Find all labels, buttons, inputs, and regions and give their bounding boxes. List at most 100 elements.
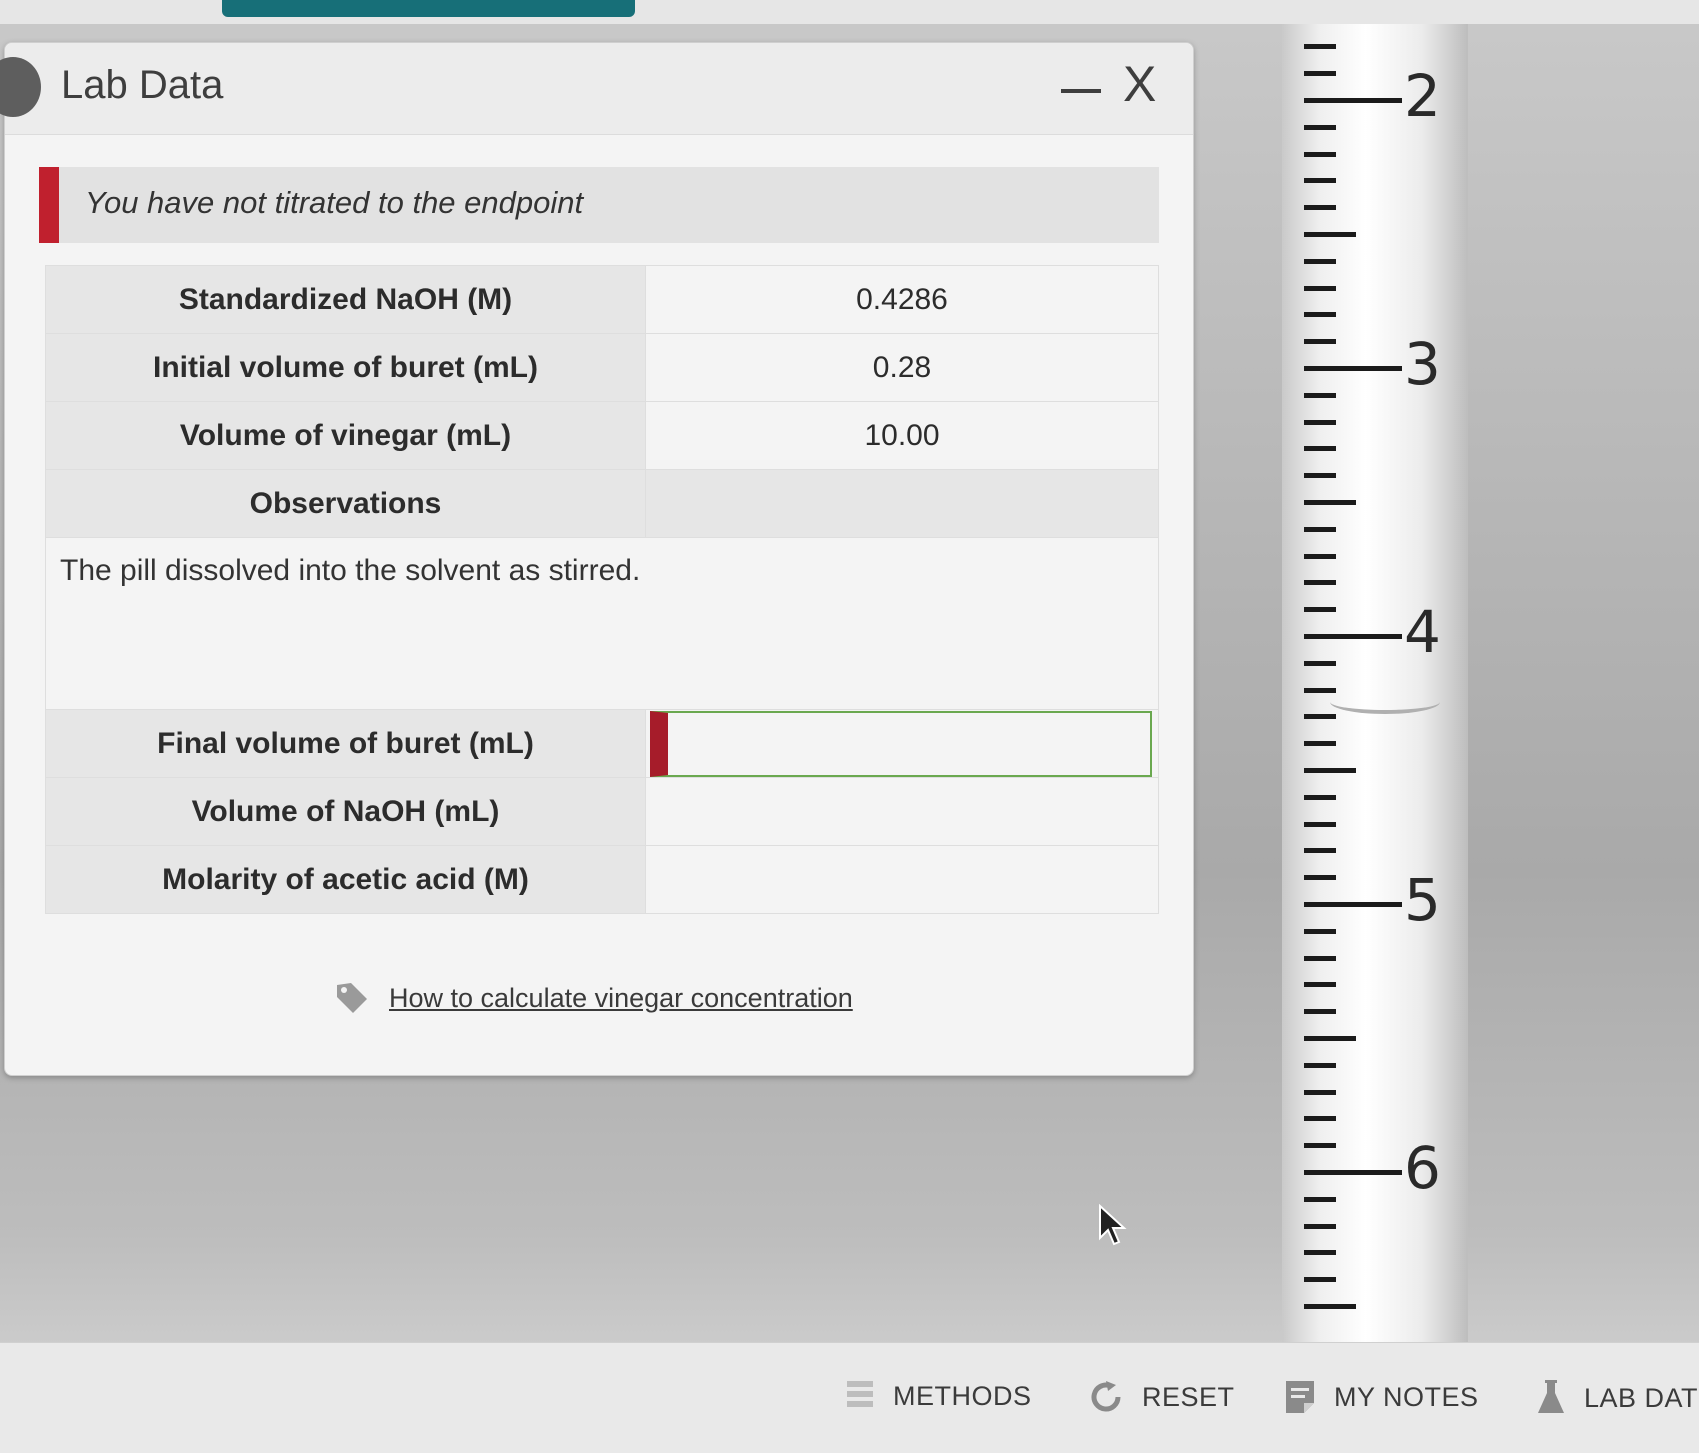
methods-button[interactable]: METHODS — [845, 1379, 1032, 1413]
final-volume-cell — [645, 709, 1159, 778]
buret-scale-label: 4 — [1404, 598, 1441, 666]
molarity-value — [645, 845, 1159, 914]
lab-data-table: Standardized NaOH (M) 0.4286 Initial vol… — [45, 265, 1159, 914]
minimize-button[interactable] — [1061, 89, 1101, 93]
buret-scale-label: 3 — [1404, 330, 1441, 398]
buret-tick — [1304, 928, 1336, 934]
buret-tick — [1304, 634, 1402, 639]
buret-tick — [1304, 714, 1336, 720]
buret-tick — [1304, 794, 1336, 800]
buret-tick — [1304, 1062, 1336, 1068]
buret-tick — [1304, 339, 1336, 345]
buret-tick — [1304, 1116, 1336, 1122]
table-row: Observations — [45, 469, 1159, 538]
list-icon — [847, 1381, 873, 1407]
observations-text: The pill dissolved into the solvent as s… — [45, 537, 1159, 710]
tag-icon — [337, 983, 367, 1013]
vinegar-concentration-link[interactable]: How to calculate vinegar concentration — [389, 983, 853, 1014]
panel-badge — [0, 57, 41, 117]
buret-tick — [1304, 124, 1336, 130]
final-volume-input[interactable] — [650, 710, 1152, 777]
table-row: Final volume of buret (mL) — [45, 709, 1159, 778]
buret-tick — [1304, 1009, 1336, 1015]
row-label: Initial volume of buret (mL) — [45, 333, 646, 402]
buret-tick — [1304, 526, 1336, 532]
bottom-toolbar: METHODS RESET MY NOTES LAB DAT — [0, 1342, 1699, 1453]
buret-tick — [1304, 1036, 1356, 1041]
buret-tick — [1304, 955, 1336, 961]
buret-tick — [1304, 875, 1336, 881]
buret-tick — [1304, 446, 1336, 452]
buret-tick — [1304, 205, 1336, 211]
buret-tick — [1304, 98, 1402, 103]
buret-tick — [1304, 500, 1356, 505]
help-link-row: How to calculate vinegar concentration — [335, 981, 853, 1015]
buret-tick — [1304, 848, 1336, 854]
alert-message: You have not titrated to the endpoint — [85, 185, 584, 220]
my-notes-button[interactable]: MY NOTES — [1284, 1379, 1479, 1415]
buret-tick — [1304, 1277, 1336, 1283]
naoh-volume-label: Volume of NaOH (mL) — [45, 777, 646, 846]
reset-icon — [1091, 1381, 1121, 1412]
buret-tick — [1304, 71, 1336, 77]
mouse-cursor-icon — [1099, 1204, 1127, 1246]
buret-tick — [1304, 1196, 1336, 1202]
molarity-label: Molarity of acetic acid (M) — [45, 845, 646, 914]
top-tab[interactable] — [222, 0, 635, 17]
buret-tick — [1304, 232, 1356, 237]
buret-tick — [1304, 151, 1336, 157]
buret-tick — [1304, 687, 1336, 693]
reset-button[interactable]: RESET — [1088, 1379, 1235, 1415]
buret-tick — [1304, 768, 1356, 773]
buret-tick — [1304, 660, 1336, 666]
top-strip — [0, 0, 1699, 24]
buret-scale-label: 5 — [1404, 866, 1441, 934]
close-button[interactable]: X — [1123, 59, 1156, 109]
buret-tick — [1304, 580, 1336, 586]
buret-tick — [1304, 1223, 1336, 1229]
buret-tick — [1304, 982, 1336, 988]
table-row: Standardized NaOH (M) 0.4286 — [45, 265, 1159, 334]
buret-tick — [1304, 312, 1336, 318]
buret-tick — [1304, 473, 1336, 479]
buret-tick — [1304, 285, 1336, 291]
row-value: 0.4286 — [645, 265, 1159, 334]
buret-scale: 2 3 4 5 6 — [1290, 40, 1460, 1340]
lab-data-panel: Lab Data X You have not titrated to the … — [0, 42, 1194, 1076]
buret-tick — [1304, 258, 1336, 264]
flask-icon — [1538, 1380, 1564, 1413]
row-value: 10.00 — [645, 401, 1159, 470]
buret-tick — [1304, 44, 1336, 50]
notes-icon — [1286, 1381, 1314, 1413]
buret-tick — [1304, 553, 1336, 559]
buret-tick — [1304, 607, 1336, 613]
buret-tick — [1304, 178, 1336, 184]
buret-tick — [1304, 1143, 1336, 1149]
my-notes-label: MY NOTES — [1334, 1381, 1479, 1412]
row-label: Standardized NaOH (M) — [45, 265, 646, 334]
buret-tick — [1304, 902, 1402, 907]
row-value: 0.28 — [645, 333, 1159, 402]
table-row: Volume of vinegar (mL) 10.00 — [45, 401, 1159, 470]
buret-tick — [1304, 1250, 1336, 1256]
table-row: Volume of NaOH (mL) — [45, 777, 1159, 846]
endpoint-alert: You have not titrated to the endpoint — [39, 167, 1159, 243]
buret-scale-label: 2 — [1404, 62, 1441, 130]
panel-title: Lab Data — [61, 63, 224, 107]
observations-row: The pill dissolved into the solvent as s… — [45, 537, 1159, 710]
naoh-volume-value — [645, 777, 1159, 846]
observations-header: Observations — [45, 469, 646, 538]
standardized-naoh-label: Standardized NaOH (M) — [178, 282, 513, 316]
table-row: Initial volume of buret (mL) 0.28 — [45, 333, 1159, 402]
buret-scale-label: 6 — [1404, 1134, 1441, 1202]
observations-header-blank — [645, 469, 1159, 538]
buret-tick — [1304, 366, 1402, 371]
table-row: Molarity of acetic acid (M) — [45, 845, 1159, 914]
buret-tick — [1304, 392, 1336, 398]
reset-label: RESET — [1142, 1381, 1235, 1412]
buret-tick — [1304, 1089, 1336, 1095]
panel-header[interactable]: Lab Data X — [0, 43, 1193, 135]
lab-data-button[interactable]: LAB DAT — [1536, 1379, 1698, 1417]
methods-label: METHODS — [893, 1380, 1032, 1411]
buret-tick — [1304, 1304, 1356, 1309]
